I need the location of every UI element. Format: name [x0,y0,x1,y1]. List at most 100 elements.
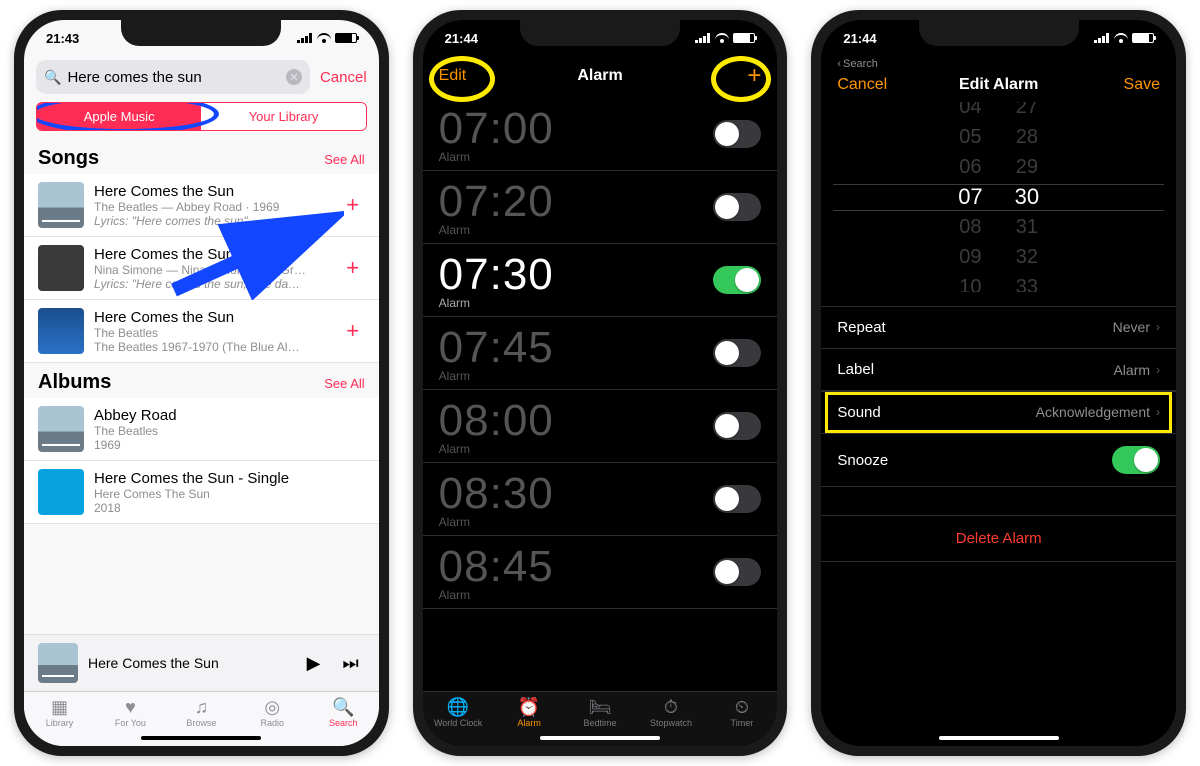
hour-column[interactable]: 04 05 06 07 08 09 10 [958,102,982,292]
seg-apple-music[interactable]: Apple Music [37,103,201,130]
album-title: Here Comes the Sun - Single [94,470,365,487]
now-playing-art [38,643,78,683]
save-button[interactable]: Save [1124,76,1160,94]
minute-column[interactable]: 27 28 29 30 31 32 33 [1015,102,1039,292]
snooze-toggle[interactable] [1112,446,1160,474]
now-playing-title: Here Comes the Sun [88,655,291,671]
battery-icon [733,33,755,43]
song-row[interactable]: Here Comes the Sun The Beatles — Abbey R… [24,174,379,237]
album-art [38,469,84,515]
add-button[interactable]: + [341,255,365,281]
album-art [38,406,84,452]
song-title: Here Comes the Sun [94,246,331,263]
chevron-right-icon: › [1156,320,1160,334]
notch [121,20,281,46]
alarm-row[interactable]: 07:45Alarm [423,317,778,390]
alarm-row[interactable]: 08:00Alarm [423,390,778,463]
alarm-toggle[interactable] [713,120,761,148]
alarm-row[interactable]: 07:20Alarm [423,171,778,244]
search-input[interactable]: 🔍 Here comes the sun ✕ [36,60,310,94]
add-button[interactable]: + [341,192,365,218]
alarm-row[interactable]: 07:30Alarm [423,244,778,317]
signal-icon [297,33,313,43]
search-icon: 🔍 [332,698,354,716]
tab-world-clock[interactable]: 🌐World Clock [423,692,494,746]
song-lyric: Lyrics: "Here comes the sun" [94,214,331,228]
delete-alarm-button[interactable]: Delete Alarm [821,515,1176,562]
album-art [38,245,84,291]
wifi-icon [715,33,729,43]
repeat-row[interactable]: Repeat Never› [821,306,1176,349]
note-icon: ♫ [195,698,209,716]
bed-icon: 🛏 [589,698,612,716]
see-all-songs[interactable]: See All [324,152,364,167]
see-all-albums[interactable]: See All [324,376,364,391]
signal-icon [695,33,711,43]
alarm-toggle[interactable] [713,485,761,513]
alarm-row[interactable]: 07:00Alarm [423,98,778,171]
song-title: Here Comes the Sun [94,183,331,200]
chevron-right-icon: › [1156,363,1160,377]
home-indicator[interactable] [141,736,261,740]
alarm-list[interactable]: 07:00Alarm 07:20Alarm 07:30Alarm 07:45Al… [423,98,778,691]
status-time: 21:44 [843,31,876,46]
play-icon[interactable]: ▶ [301,653,327,674]
library-icon: ▦ [51,698,68,716]
alarm-toggle[interactable] [713,193,761,221]
battery-icon [1132,33,1154,43]
search-icon: 🔍 [44,69,61,86]
timer-icon: ⏲ [735,698,749,716]
snooze-row[interactable]: Snooze [821,433,1176,487]
nav-bar: Edit Alarm + [423,56,778,98]
battery-icon [335,33,357,43]
album-art [38,182,84,228]
add-button[interactable]: + [341,318,365,344]
add-alarm-button[interactable]: + [747,62,761,90]
tab-search[interactable]: 🔍Search [308,692,379,746]
alarm-settings: Repeat Never› Label Alarm› Sound Acknowl… [821,306,1176,487]
home-indicator[interactable] [540,736,660,740]
album-subtitle: The Beatles [94,424,365,438]
song-lyric: Lyrics: "Here comes the sun, little da… [94,277,331,291]
signal-icon [1094,33,1110,43]
wifi-icon [317,33,331,43]
song-title: Here Comes the Sun [94,309,331,326]
alarm-toggle[interactable] [713,412,761,440]
clear-icon[interactable]: ✕ [286,69,302,85]
now-playing-bar[interactable]: Here Comes the Sun ▶ ⏭ [24,634,379,691]
song-lyric: The Beatles 1967-1970 (The Blue Al… [94,340,331,354]
stopwatch-icon: ⏱ [664,698,678,716]
song-subtitle: The Beatles [94,326,331,340]
search-text: Here comes the sun [67,69,201,86]
album-row[interactable]: Here Comes the Sun - Single Here Comes T… [24,461,379,524]
back-breadcrumb[interactable]: ‹Search [821,56,1176,70]
cancel-button[interactable]: Cancel [837,76,887,94]
song-subtitle: The Beatles — Abbey Road · 1969 [94,200,331,214]
chevron-left-icon: ‹ [837,58,841,70]
home-indicator[interactable] [939,736,1059,740]
cancel-button[interactable]: Cancel [320,69,367,86]
song-row[interactable]: Here Comes the Sun Nina Simone — Nina Si… [24,237,379,300]
radio-icon: ◎ [264,698,280,716]
tab-library[interactable]: ▦Library [24,692,95,746]
alarm-toggle[interactable] [713,339,761,367]
sound-row[interactable]: Sound Acknowledgement› [821,391,1176,434]
phone-music: 21:43 🔍 Here comes the sun ✕ Cancel Appl… [14,10,389,756]
album-year: 2018 [94,501,365,515]
tab-timer[interactable]: ⏲Timer [706,692,777,746]
alarm-toggle[interactable] [713,266,761,294]
album-row[interactable]: Abbey Road The Beatles 1969 [24,398,379,461]
edit-button[interactable]: Edit [439,67,467,85]
seg-your-library[interactable]: Your Library [201,103,365,130]
album-title: Abbey Road [94,407,365,424]
forward-icon[interactable]: ⏭ [336,653,364,674]
status-time: 21:44 [445,31,478,46]
alarm-row[interactable]: 08:45Alarm [423,536,778,609]
alarm-row[interactable]: 08:30Alarm [423,463,778,536]
time-picker[interactable]: 04 05 06 07 08 09 10 27 28 29 30 31 32 3… [821,102,1176,292]
song-row[interactable]: Here Comes the Sun The Beatles The Beatl… [24,300,379,363]
alarm-toggle[interactable] [713,558,761,586]
alarm-icon: ⏰ [518,698,540,716]
label-row[interactable]: Label Alarm› [821,348,1176,391]
segmented-control[interactable]: Apple Music Your Library [36,102,367,131]
